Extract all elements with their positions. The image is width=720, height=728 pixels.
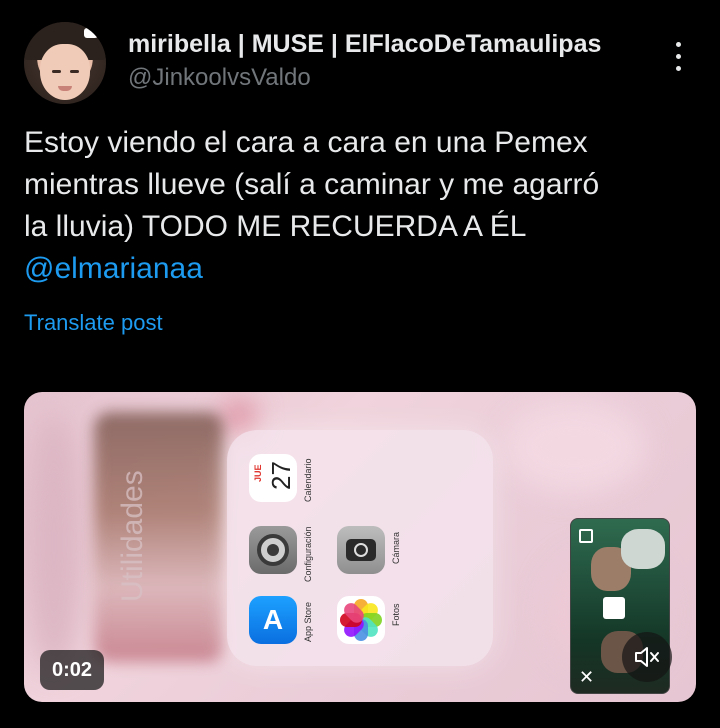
popout-icon[interactable]: [579, 529, 593, 543]
folder-label: Utilidades: [116, 470, 149, 602]
settings-app-icon: [249, 526, 297, 574]
camera-app-icon: [337, 526, 385, 574]
close-icon[interactable]: ✕: [579, 667, 594, 688]
calendar-app-icon: JUE 27: [249, 454, 297, 502]
mention-link[interactable]: @elmarianaa: [24, 248, 704, 290]
more-options-icon[interactable]: [672, 40, 684, 74]
tweet-line-1: Estoy viendo el cara a cara en una Pemex: [24, 126, 588, 159]
calendar-label: Calendario: [303, 458, 313, 502]
calendar-month: JUE: [253, 464, 263, 482]
photos-app-icon: [337, 596, 385, 644]
mute-icon[interactable]: [622, 632, 672, 682]
avatar[interactable]: [24, 22, 106, 104]
blurred-background-image: [94, 412, 224, 662]
video-player[interactable]: Utilidades JUE 27 Calendario Configuraci…: [24, 392, 696, 702]
tweet-header: miribella | MUSE | ElFlacoDeTamaulipas @…: [24, 22, 704, 106]
video-duration: 0:02: [40, 650, 104, 690]
author-display-name[interactable]: miribella | MUSE | ElFlacoDeTamaulipas: [128, 30, 601, 59]
translate-post-link[interactable]: Translate post: [24, 310, 163, 336]
photos-label: Fotos: [391, 603, 401, 626]
camera-label: Cámara: [391, 531, 401, 564]
tweet-body: Estoy viendo el cara a cara en una Pemex…: [24, 122, 704, 290]
calendar-day: 27: [265, 461, 296, 490]
settings-label: Configuración: [303, 526, 313, 582]
tweet-line-3: la lluvia) TODO ME RECUERDA A ÉL: [24, 210, 527, 243]
appstore-label: App Store: [303, 601, 313, 642]
stop-icon[interactable]: [603, 597, 625, 619]
app-folder: JUE 27 Calendario Configuración Cámara A…: [227, 430, 493, 666]
author-handle[interactable]: @JinkoolvsValdo: [128, 64, 311, 92]
tweet-line-2: mientras llueve (salí a caminar y me aga…: [24, 168, 600, 201]
app-store-icon: A: [249, 596, 297, 644]
